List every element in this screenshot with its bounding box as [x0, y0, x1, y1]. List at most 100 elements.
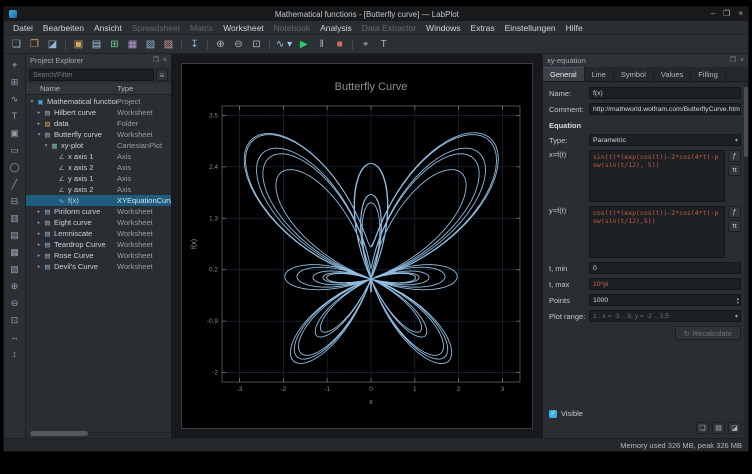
- tree-row-eight-curve[interactable]: ▸ ▤ Eight curve Worksheet: [26, 217, 171, 228]
- tree-row-hilbert-curve[interactable]: ▸ ▤ Hilbert curve Worksheet: [26, 107, 171, 118]
- properties-scrollbar[interactable]: [744, 83, 748, 438]
- recalculate-button[interactable]: ↻ Recalculate: [674, 326, 741, 340]
- new-template-icon[interactable]: ❏: [696, 422, 709, 434]
- insert-constant-pi-button[interactable]: π: [728, 164, 741, 176]
- tab-line[interactable]: Line: [585, 67, 614, 81]
- new-notebook-button[interactable]: ▨: [160, 36, 177, 52]
- save-template-icon[interactable]: ◪: [728, 422, 741, 434]
- add-image-tool[interactable]: ▣: [7, 125, 23, 141]
- plot-range-dropdown[interactable]: 1 : x = -3 .. 3, y = -2 .. 3.5 ▾: [589, 310, 741, 322]
- new-worksheet-button[interactable]: ▧: [142, 36, 159, 52]
- dock-close-icon[interactable]: ×: [163, 54, 167, 67]
- comment-input[interactable]: http://mathworld.wolfram.com/ButterflyCu…: [589, 103, 741, 115]
- spin-down-icon[interactable]: ▾: [737, 300, 739, 305]
- tree-row-f-x-[interactable]: ∿ f(x) XYEquationCurve: [26, 195, 171, 206]
- scrollbar-thumb[interactable]: [30, 431, 88, 436]
- titlebar[interactable]: Mathematical functions - [Butterfly curv…: [4, 7, 748, 21]
- add-text-tool[interactable]: T: [7, 108, 23, 124]
- tree-row-y-axis-2[interactable]: ∠ y axis 2 Axis: [26, 184, 171, 195]
- menu-ansicht[interactable]: Ansicht: [89, 21, 127, 35]
- dock-float-icon[interactable]: ❐: [153, 54, 159, 67]
- menu-notebook[interactable]: Notebook: [269, 21, 315, 35]
- grid-tool[interactable]: ⊟: [7, 193, 23, 209]
- plot-type-dropdown[interactable]: ∿ ▾: [274, 36, 294, 52]
- tmin-input[interactable]: 0: [589, 262, 741, 274]
- tree-row-data[interactable]: ▸ ▨ data Folder: [26, 118, 171, 129]
- zoom-in-button[interactable]: ⊕: [212, 36, 229, 52]
- minimize-button[interactable]: –: [711, 7, 715, 21]
- tree-row-mathematical-functions[interactable]: ▾ ▣ Mathematical functions Project: [26, 96, 171, 107]
- new-spreadsheet-button[interactable]: ⊞: [106, 36, 123, 52]
- expander-icon[interactable]: ▾: [35, 132, 43, 138]
- menu-hilfe[interactable]: Hilfe: [561, 21, 588, 35]
- expander-icon[interactable]: ▸: [35, 220, 43, 226]
- menu-spreadsheet[interactable]: Spreadsheet: [127, 21, 185, 35]
- tree-row-y-axis-1[interactable]: ∠ y axis 1 Axis: [26, 173, 171, 184]
- menu-worksheet[interactable]: Worksheet: [218, 21, 268, 35]
- expander-icon[interactable]: ▸: [35, 121, 43, 127]
- stop-button[interactable]: ■: [331, 36, 348, 52]
- new-folder-button[interactable]: ▣: [70, 36, 87, 52]
- new-workbook-button[interactable]: ▤: [88, 36, 105, 52]
- add-curve-tool[interactable]: ∿: [7, 91, 23, 107]
- menu-data-extractor[interactable]: Data Extractor: [357, 21, 421, 35]
- filter-options-icon[interactable]: ≡: [156, 69, 168, 81]
- layout-vertical-tool[interactable]: ▥: [7, 210, 23, 226]
- expander-icon[interactable]: ▸: [35, 110, 43, 116]
- import-data-button[interactable]: ↧: [186, 36, 203, 52]
- insert-constant-pi-button[interactable]: π: [728, 220, 741, 232]
- explorer-horizontal-scrollbar[interactable]: [28, 431, 169, 436]
- fit-page-tool[interactable]: ⊡: [7, 312, 23, 328]
- plot-canvas[interactable]: -3 -2 -1 0 1 2 3 -2 -0.9 0.2 1.3 2.4 3.5 Butterfly Cu…: [182, 64, 532, 428]
- zoom-out-button[interactable]: ⊖: [230, 36, 247, 52]
- dock-close-icon[interactable]: ×: [740, 54, 744, 67]
- menu-analysis[interactable]: Analysis: [315, 21, 357, 35]
- tab-general[interactable]: General: [543, 67, 585, 81]
- save-project-button[interactable]: ◪: [44, 36, 61, 52]
- tree-row-piriform-curve[interactable]: ▸ ▤ Piriform curve Worksheet: [26, 206, 171, 217]
- tree-row-xy-plot[interactable]: ▾ ▦ xy-plot CartesianPlot: [26, 140, 171, 151]
- y-equation-input[interactable]: cos(t)*(exp(cos(t))-2*cos(4*t)-pow(sin(t…: [589, 206, 725, 258]
- visible-checkbox[interactable]: ✓: [549, 409, 557, 418]
- expander-icon[interactable]: ▸: [35, 264, 43, 270]
- start-button[interactable]: ▶: [295, 36, 312, 52]
- new-matrix-button[interactable]: ▦: [124, 36, 141, 52]
- tree-row-x-axis-2[interactable]: ∠ x axis 2 Axis: [26, 162, 171, 173]
- new-project-button[interactable]: ❏: [8, 36, 25, 52]
- layout-grid-tool[interactable]: ▦: [7, 244, 23, 260]
- name-input[interactable]: f(x): [589, 87, 741, 99]
- insert-function-button[interactable]: ƒ: [728, 150, 741, 162]
- menu-datei[interactable]: Datei: [8, 21, 38, 35]
- column-header-name[interactable]: Name: [26, 84, 117, 93]
- expander-icon[interactable]: ▸: [35, 253, 43, 259]
- fit-width-tool[interactable]: ↔: [7, 329, 23, 345]
- layout-horizontal-tool[interactable]: ▤: [7, 227, 23, 243]
- tab-filling[interactable]: Filling: [691, 67, 726, 81]
- insert-function-button[interactable]: ƒ: [728, 206, 741, 218]
- menu-matrix[interactable]: Matrix: [185, 21, 218, 35]
- select-mode-button[interactable]: ⌖: [357, 36, 374, 52]
- menu-einstellungen[interactable]: Einstellungen: [500, 21, 561, 35]
- tmax-input[interactable]: 10*pi: [589, 278, 741, 290]
- expander-icon[interactable]: ▸: [35, 209, 43, 215]
- tree-column-headers[interactable]: Name Type: [26, 83, 171, 95]
- navigate-tool[interactable]: ⌖: [7, 57, 23, 73]
- tree-row-devil-s-curve[interactable]: ▸ ▤ Devil's Curve Worksheet: [26, 261, 171, 272]
- tree-row-teardrop-curve[interactable]: ▸ ▤ Teardrop Curve Worksheet: [26, 239, 171, 250]
- tree-row-x-axis-1[interactable]: ∠ x axis 1 Axis: [26, 151, 171, 162]
- zoom-select-tool[interactable]: ⊞: [7, 74, 23, 90]
- scrollbar-thumb[interactable]: [744, 87, 748, 157]
- expander-icon[interactable]: ▾: [42, 143, 50, 149]
- pause-button[interactable]: ‖: [313, 36, 330, 52]
- add-line-tool[interactable]: ╱: [7, 176, 23, 192]
- worksheet-page[interactable]: -3 -2 -1 0 1 2 3 -2 -0.9 0.2 1.3 2.4 3.5 Butterfly Cu…: [181, 63, 533, 429]
- zoom-out-tool[interactable]: ⊖: [7, 295, 23, 311]
- expander-icon[interactable]: ▸: [35, 231, 43, 237]
- points-stepper[interactable]: 1000 ▴ ▾: [589, 294, 741, 306]
- load-template-icon[interactable]: ▤: [712, 422, 725, 434]
- expander-icon[interactable]: ▸: [35, 242, 43, 248]
- zoom-fit-button[interactable]: ⊡: [248, 36, 265, 52]
- expander-icon[interactable]: ▾: [28, 99, 36, 105]
- tree-row-lemniscate[interactable]: ▸ ▤ Lemniscate Worksheet: [26, 228, 171, 239]
- search-filter-input[interactable]: [29, 69, 154, 81]
